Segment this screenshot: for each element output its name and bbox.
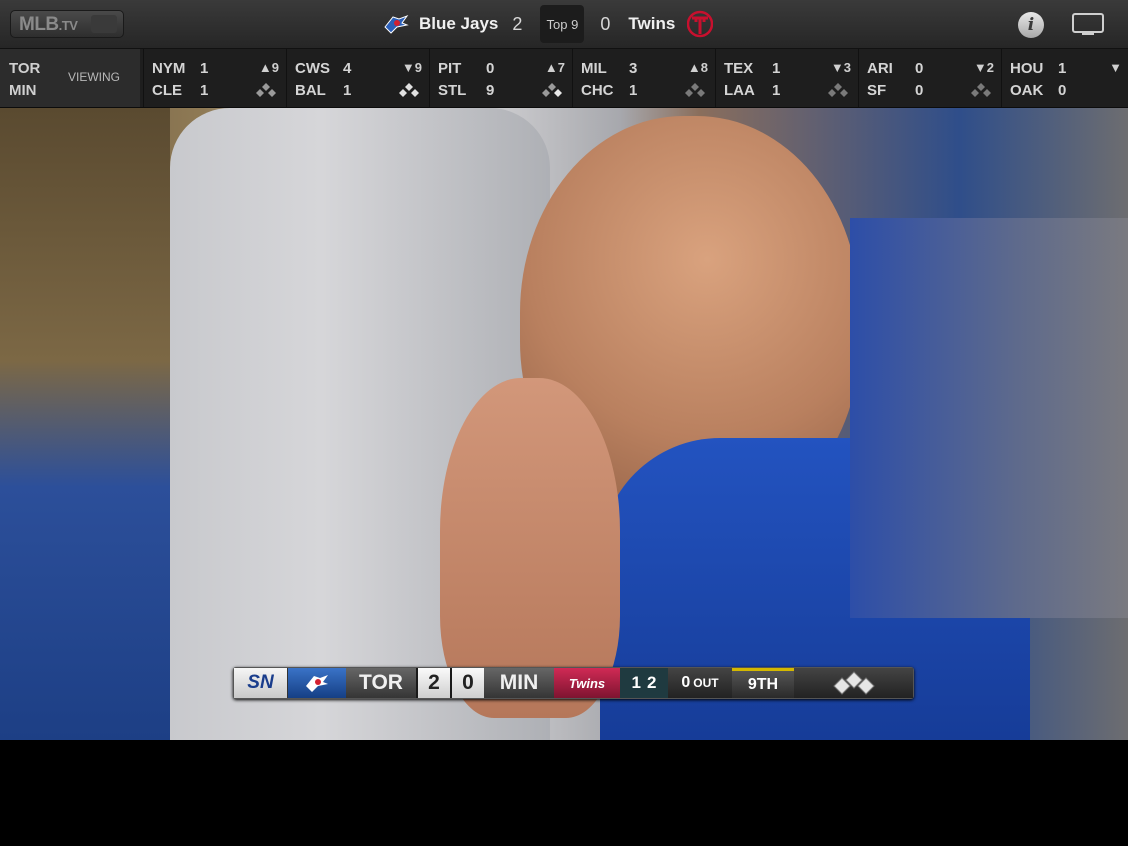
ticker-home-score: 1 <box>200 82 209 99</box>
ticker-inning: ▲9 <box>258 60 279 75</box>
twins-logo-icon <box>687 10 714 38</box>
bases-diamond-icon <box>399 83 419 97</box>
home-team-score: 0 <box>600 13 611 34</box>
ticker-away-score: 0 <box>486 60 495 77</box>
bases-diamond-icon <box>828 83 848 97</box>
bug-home-score: 0 <box>450 668 484 698</box>
video-cooler <box>850 218 1128 618</box>
ticker-away-score: 4 <box>343 60 352 77</box>
network-logo: SN <box>234 668 288 698</box>
ticker-home-team: OAK <box>1010 82 1044 99</box>
ticker-home-score: 1 <box>343 82 352 99</box>
ticker-home-score: 0 <box>1058 82 1067 99</box>
bases-diamond-icon <box>794 668 913 698</box>
ticker-game[interactable]: CWS 4 BAL 1 ▼9 <box>286 49 428 107</box>
logo-suffix: .TV <box>58 18 78 33</box>
ticker-home-team: CHC <box>581 82 614 99</box>
ticker-home-team: CLE <box>152 82 182 99</box>
bases-diamond-icon <box>685 83 705 97</box>
ticker-away-team: ARI <box>867 60 893 77</box>
ticker-home-team: STL <box>438 82 467 99</box>
scores-ticker: TOR MIN VIEWING NYM 1 CLE 1 ▲9 CWS 4 BAL… <box>0 49 1128 108</box>
ticker-home-score: 1 <box>772 82 781 99</box>
current-home-team: MIN <box>9 82 37 99</box>
bug-away-score: 2 <box>416 668 450 698</box>
bases-diamond-icon <box>542 83 562 97</box>
ticker-away-team: HOU <box>1010 60 1044 77</box>
ticker-away-team: CWS <box>295 60 330 77</box>
ticker-inning: ▼2 <box>973 60 994 75</box>
ticker-game[interactable]: TEX 1 LAA 1 ▼3 <box>715 49 857 107</box>
video-background <box>0 108 170 740</box>
ticker-home-score: 0 <box>915 82 924 99</box>
ticker-home-team: SF <box>867 82 887 99</box>
ticker-game[interactable]: ARI 0 SF 0 ▼2 <box>858 49 1000 107</box>
ticker-away-team: PIT <box>438 60 462 77</box>
batter-logo-icon <box>91 15 117 33</box>
ticker-away-score: 0 <box>915 60 924 77</box>
ticker-away-team: NYM <box>152 60 186 77</box>
blue-jays-logo-icon <box>384 14 409 34</box>
top-bar: MLB.TV Blue Jays 2 Top 9 0 Twins i <box>0 0 1128 49</box>
ticker-home-score: 9 <box>486 82 495 99</box>
current-game-cell[interactable]: TOR MIN VIEWING <box>0 49 140 107</box>
inning-indicator: Top 9 <box>540 5 585 43</box>
strikes-count: 2 <box>647 673 657 692</box>
ball-strike-count: 1 2 <box>620 668 668 698</box>
viewing-label: VIEWING <box>68 70 121 84</box>
away-team-score: 2 <box>512 13 523 34</box>
ticker-home-team: BAL <box>295 82 326 99</box>
video-player[interactable]: SN TOR 2 0 MIN Twins 1 2 0 OUT 9TH <box>0 108 1128 740</box>
bases-diamond-icon <box>971 83 991 97</box>
current-away-team: TOR <box>9 60 41 77</box>
bases-diamond-icon <box>256 83 276 97</box>
ticker-home-score: 1 <box>629 82 638 99</box>
ticker-away-score: 1 <box>200 60 209 77</box>
logo-text: MLB <box>19 14 59 35</box>
home-team-name: Twins <box>628 14 676 33</box>
ticker-away-score: 1 <box>1058 60 1067 77</box>
info-icon[interactable]: i <box>1018 12 1044 38</box>
ticker-inning: ▼ <box>1109 60 1122 75</box>
ticker-inning: ▲7 <box>544 60 565 75</box>
ticker-away-score: 1 <box>772 60 781 77</box>
ticker-game[interactable]: HOU 1 OAK 0 ▼ <box>1001 49 1128 107</box>
blue-jays-bug-logo-icon <box>288 668 346 698</box>
ticker-game[interactable]: NYM 1 CLE 1 ▲9 <box>143 49 285 107</box>
ticker-inning: ▼9 <box>401 60 422 75</box>
bug-away-team: TOR <box>346 668 416 698</box>
ticker-away-team: MIL <box>581 60 607 77</box>
ticker-home-team: LAA <box>724 82 755 99</box>
outs-count: 0 <box>681 674 691 691</box>
ticker-game[interactable]: PIT 0 STL 9 ▲7 <box>429 49 571 107</box>
outs-label: OUT <box>693 676 719 690</box>
mlbtv-logo[interactable]: MLB.TV <box>10 10 124 38</box>
tv-scorebug: SN TOR 2 0 MIN Twins 1 2 0 OUT 9TH <box>233 667 914 699</box>
bug-home-team: MIN <box>484 668 554 698</box>
balls-count: 1 <box>631 673 641 692</box>
away-team-name: Blue Jays <box>419 14 499 33</box>
ticker-game[interactable]: MIL 3 CHC 1 ▲8 <box>572 49 714 107</box>
twins-bug-logo: Twins <box>554 668 620 698</box>
game-matchup: Blue Jays 2 Top 9 0 Twins <box>383 0 714 48</box>
ticker-inning: ▼3 <box>830 60 851 75</box>
ticker-away-team: TEX <box>724 60 754 77</box>
tv-airplay-icon[interactable] <box>1072 13 1104 37</box>
outs-indicator: 0 OUT <box>668 668 732 698</box>
ticker-inning: ▲8 <box>687 60 708 75</box>
bug-inning: 9TH <box>732 668 794 698</box>
ticker-away-score: 3 <box>629 60 638 77</box>
